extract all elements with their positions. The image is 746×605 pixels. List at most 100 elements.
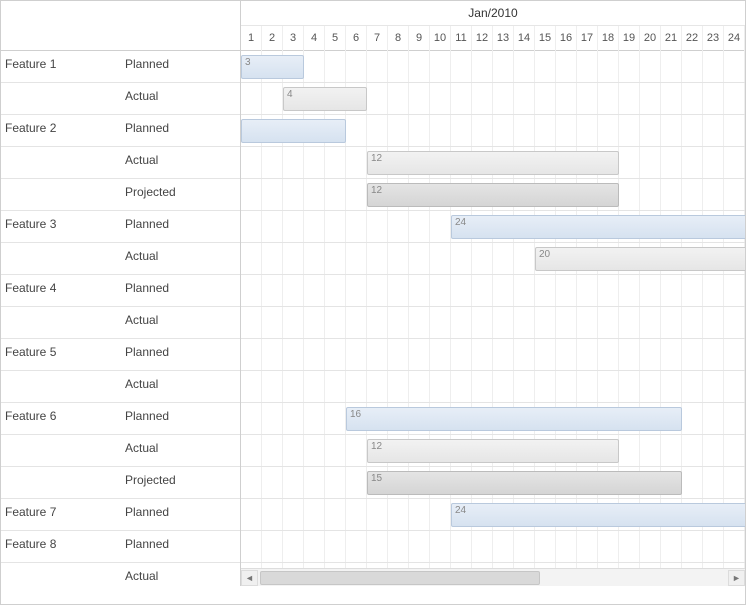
feature-name-cell <box>1 179 121 210</box>
row-type-cell: Planned <box>121 115 241 146</box>
day-header-cell: 15 <box>535 26 556 51</box>
gantt-bar-planned[interactable] <box>241 119 346 143</box>
day-header-cell: 20 <box>640 26 661 51</box>
table-row: Feature 5Planned <box>1 339 240 371</box>
day-header-cell: 10 <box>430 26 451 51</box>
timeline-row: 24 <box>241 211 745 243</box>
gantt-bar-actual[interactable]: 12 <box>367 151 619 175</box>
row-type-cell: Planned <box>121 531 241 562</box>
row-type-cell: Actual <box>121 563 241 586</box>
gantt-bar-planned[interactable]: 3 <box>241 55 304 79</box>
feature-name-cell <box>1 563 121 586</box>
timeline-row: 16 <box>241 403 745 435</box>
row-type-cell: Planned <box>121 275 241 306</box>
gantt-bar-planned[interactable]: 24 <box>451 503 745 527</box>
feature-name-cell: Feature 1 <box>1 51 121 82</box>
day-header-cell: 19 <box>619 26 640 51</box>
feature-name-cell <box>1 147 121 178</box>
table-row: Actual <box>1 83 240 115</box>
table-row: Feature 7Planned <box>1 499 240 531</box>
gantt-timeline-area: 3 4 12 12 24 20 16 12 15 24 ◄ ► <box>241 51 745 586</box>
day-header-cell: 12 <box>472 26 493 51</box>
timeline-row: 20 <box>241 243 745 275</box>
feature-name-cell: Feature 5 <box>1 339 121 370</box>
timeline-row: 12 <box>241 435 745 467</box>
table-row: Feature 2Planned <box>1 115 240 147</box>
gantt-bar-actual[interactable]: 4 <box>283 87 367 111</box>
feature-name-cell <box>1 371 121 402</box>
table-row: Projected <box>1 179 240 211</box>
feature-name-cell <box>1 467 121 498</box>
header-timeline: Jan/2010 1234567891011121314151617181920… <box>241 1 745 51</box>
table-row: Feature 1Planned <box>1 51 240 83</box>
day-header-cell: 9 <box>409 26 430 51</box>
timeline-row: 12 <box>241 179 745 211</box>
feature-name-cell <box>1 83 121 114</box>
row-type-cell: Planned <box>121 211 241 242</box>
timeline-row: 24 <box>241 499 745 531</box>
row-type-cell: Planned <box>121 339 241 370</box>
day-header-cell: 21 <box>661 26 682 51</box>
row-type-cell: Actual <box>121 83 241 114</box>
day-header-cell: 14 <box>514 26 535 51</box>
row-type-cell: Actual <box>121 435 241 466</box>
timeline-row <box>241 371 745 403</box>
table-row: Actual <box>1 147 240 179</box>
day-header-cell: 1 <box>241 26 262 51</box>
gantt-bar-planned[interactable]: 16 <box>346 407 682 431</box>
table-row: Actual <box>1 563 240 586</box>
feature-name-cell: Feature 2 <box>1 115 121 146</box>
feature-name-cell <box>1 435 121 466</box>
gantt-bar-projected[interactable]: 12 <box>367 183 619 207</box>
day-header-cell: 2 <box>262 26 283 51</box>
horizontal-scrollbar[interactable]: ◄ ► <box>241 568 745 586</box>
day-header-cell: 3 <box>283 26 304 51</box>
timeline-row: 3 <box>241 51 745 83</box>
day-header-cell: 18 <box>598 26 619 51</box>
day-header-cell: 22 <box>682 26 703 51</box>
day-header-cell: 7 <box>367 26 388 51</box>
scroll-track[interactable] <box>258 570 728 586</box>
day-header-cell: 24 <box>724 26 745 51</box>
feature-name-cell <box>1 243 121 274</box>
gantt-rowheaders: Feature 1PlannedActualFeature 2PlannedAc… <box>1 51 241 586</box>
gantt-grid[interactable]: 3 4 12 12 24 20 16 12 15 24 <box>241 51 745 568</box>
row-type-cell: Actual <box>121 371 241 402</box>
scroll-right-icon[interactable]: ► <box>728 570 745 586</box>
row-type-cell: Planned <box>121 51 241 82</box>
feature-name-cell: Feature 3 <box>1 211 121 242</box>
gantt-bar-actual[interactable]: 12 <box>367 439 619 463</box>
gantt-bar-planned[interactable]: 24 <box>451 215 745 239</box>
row-type-cell: Planned <box>121 499 241 530</box>
timeline-row <box>241 339 745 371</box>
gantt-header: Jan/2010 1234567891011121314151617181920… <box>1 1 745 51</box>
gantt-bar-projected[interactable]: 15 <box>367 471 682 495</box>
row-type-cell: Projected <box>121 179 241 210</box>
row-type-cell: Actual <box>121 307 241 338</box>
scroll-left-icon[interactable]: ◄ <box>241 570 258 586</box>
row-type-cell: Projected <box>121 467 241 498</box>
timeline-row <box>241 115 745 147</box>
day-header-cell: 6 <box>346 26 367 51</box>
month-label: Jan/2010 <box>241 1 745 26</box>
day-header-cell: 8 <box>388 26 409 51</box>
scroll-thumb[interactable] <box>260 571 540 585</box>
table-row: Actual <box>1 435 240 467</box>
gantt-bar-actual[interactable]: 20 <box>535 247 745 271</box>
day-header-cell: 4 <box>304 26 325 51</box>
row-type-cell: Actual <box>121 243 241 274</box>
feature-name-cell <box>1 307 121 338</box>
feature-name-cell: Feature 6 <box>1 403 121 434</box>
header-left-blank <box>1 1 241 51</box>
day-header-cell: 13 <box>493 26 514 51</box>
days-row: 123456789101112131415161718192021222324 <box>241 26 745 51</box>
day-header-cell: 5 <box>325 26 346 51</box>
gantt-body: Feature 1PlannedActualFeature 2PlannedAc… <box>1 51 745 586</box>
table-row: Feature 4Planned <box>1 275 240 307</box>
timeline-row: 12 <box>241 147 745 179</box>
gantt-chart: Jan/2010 1234567891011121314151617181920… <box>0 0 746 605</box>
table-row: Actual <box>1 243 240 275</box>
feature-name-cell: Feature 7 <box>1 499 121 530</box>
row-type-cell: Planned <box>121 403 241 434</box>
timeline-row: 15 <box>241 467 745 499</box>
